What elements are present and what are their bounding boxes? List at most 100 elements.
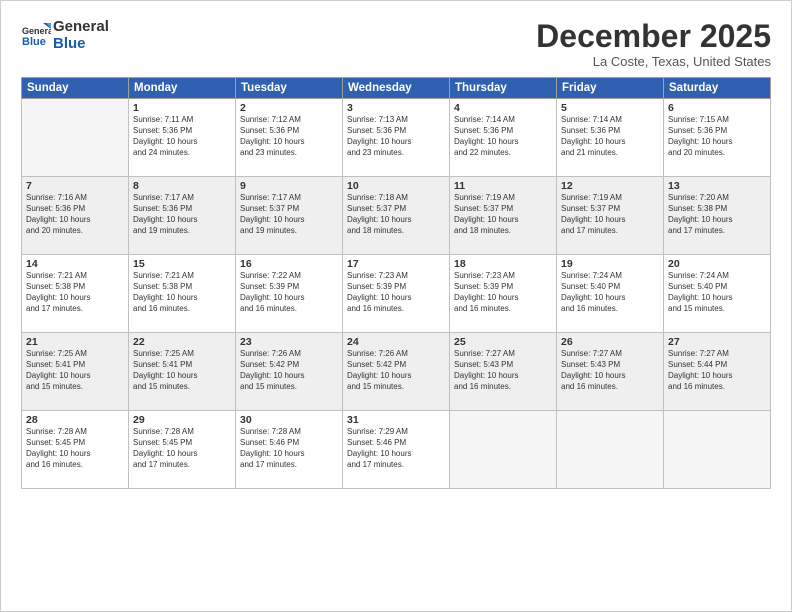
day-detail: Sunrise: 7:23 AM Sunset: 5:39 PM Dayligh… (454, 271, 552, 314)
day-detail: Sunrise: 7:17 AM Sunset: 5:36 PM Dayligh… (133, 193, 231, 236)
logo: General Blue General Blue (21, 19, 109, 52)
day-detail: Sunrise: 7:11 AM Sunset: 5:36 PM Dayligh… (133, 115, 231, 158)
day-detail: Sunrise: 7:19 AM Sunset: 5:37 PM Dayligh… (454, 193, 552, 236)
week-row-5: 28 Sunrise: 7:28 AM Sunset: 5:45 PM Dayli… (22, 411, 771, 489)
svg-text:General: General (22, 26, 51, 36)
day-detail: Sunrise: 7:23 AM Sunset: 5:39 PM Dayligh… (347, 271, 445, 314)
day-detail: Sunrise: 7:17 AM Sunset: 5:37 PM Dayligh… (240, 193, 338, 236)
day-number: 7 (26, 180, 124, 192)
calendar-cell: 28Sunrise: 7:28 AM Sunset: 5:45 PM Dayli… (22, 411, 129, 489)
day-number: 12 (561, 180, 659, 192)
svg-text:Blue: Blue (22, 36, 46, 48)
day-detail: Sunrise: 7:16 AM Sunset: 5:36 PM Dayligh… (26, 193, 124, 236)
calendar-page: General Blue General Blue December 2025 … (0, 0, 792, 612)
calendar-title: December 2025 (536, 19, 771, 54)
day-number: 5 (561, 102, 659, 114)
day-detail: Sunrise: 7:24 AM Sunset: 5:40 PM Dayligh… (668, 271, 766, 314)
day-detail: Sunrise: 7:26 AM Sunset: 5:42 PM Dayligh… (240, 349, 338, 392)
day-number: 31 (347, 414, 445, 426)
day-detail: Sunrise: 7:15 AM Sunset: 5:36 PM Dayligh… (668, 115, 766, 158)
day-number: 30 (240, 414, 338, 426)
day-detail: Sunrise: 7:25 AM Sunset: 5:41 PM Dayligh… (26, 349, 124, 392)
day-detail: Sunrise: 7:21 AM Sunset: 5:38 PM Dayligh… (133, 271, 231, 314)
day-number: 8 (133, 180, 231, 192)
day-number: 14 (26, 258, 124, 270)
day-number: 26 (561, 336, 659, 348)
calendar-cell: 15Sunrise: 7:21 AM Sunset: 5:38 PM Dayli… (129, 255, 236, 333)
day-detail: Sunrise: 7:26 AM Sunset: 5:42 PM Dayligh… (347, 349, 445, 392)
header-day-saturday: Saturday (664, 78, 771, 99)
calendar-subtitle: La Coste, Texas, United States (536, 54, 771, 69)
day-number: 24 (347, 336, 445, 348)
day-number: 21 (26, 336, 124, 348)
day-number: 29 (133, 414, 231, 426)
day-detail: Sunrise: 7:14 AM Sunset: 5:36 PM Dayligh… (561, 115, 659, 158)
day-number: 9 (240, 180, 338, 192)
calendar-cell: 31Sunrise: 7:29 AM Sunset: 5:46 PM Dayli… (343, 411, 450, 489)
calendar-cell: 27Sunrise: 7:27 AM Sunset: 5:44 PM Dayli… (664, 333, 771, 411)
logo-text: General Blue (53, 19, 109, 52)
day-number: 10 (347, 180, 445, 192)
day-number: 27 (668, 336, 766, 348)
day-number: 28 (26, 414, 124, 426)
header-day-monday: Monday (129, 78, 236, 99)
day-number: 11 (454, 180, 552, 192)
calendar-cell: 17Sunrise: 7:23 AM Sunset: 5:39 PM Dayli… (343, 255, 450, 333)
day-number: 6 (668, 102, 766, 114)
calendar-cell (450, 411, 557, 489)
logo-icon: General Blue (21, 21, 51, 51)
calendar-cell: 14Sunrise: 7:21 AM Sunset: 5:38 PM Dayli… (22, 255, 129, 333)
title-block: December 2025 La Coste, Texas, United St… (536, 19, 771, 69)
calendar-cell (22, 99, 129, 177)
calendar-cell: 24Sunrise: 7:26 AM Sunset: 5:42 PM Dayli… (343, 333, 450, 411)
calendar-cell: 21Sunrise: 7:25 AM Sunset: 5:41 PM Dayli… (22, 333, 129, 411)
week-row-2: 7Sunrise: 7:16 AM Sunset: 5:36 PM Daylig… (22, 177, 771, 255)
calendar-cell: 22Sunrise: 7:25 AM Sunset: 5:41 PM Dayli… (129, 333, 236, 411)
calendar-cell: 18Sunrise: 7:23 AM Sunset: 5:39 PM Dayli… (450, 255, 557, 333)
day-number: 15 (133, 258, 231, 270)
day-number: 18 (454, 258, 552, 270)
calendar-cell: 2Sunrise: 7:12 AM Sunset: 5:36 PM Daylig… (236, 99, 343, 177)
calendar-cell (664, 411, 771, 489)
day-detail: Sunrise: 7:25 AM Sunset: 5:41 PM Dayligh… (133, 349, 231, 392)
day-number: 2 (240, 102, 338, 114)
logo-general: General (53, 18, 109, 35)
header-row: SundayMondayTuesdayWednesdayThursdayFrid… (22, 78, 771, 99)
week-row-3: 14Sunrise: 7:21 AM Sunset: 5:38 PM Dayli… (22, 255, 771, 333)
day-detail: Sunrise: 7:19 AM Sunset: 5:37 PM Dayligh… (561, 193, 659, 236)
week-row-1: 1Sunrise: 7:11 AM Sunset: 5:36 PM Daylig… (22, 99, 771, 177)
calendar-table: SundayMondayTuesdayWednesdayThursdayFrid… (21, 77, 771, 489)
calendar-cell: 9Sunrise: 7:17 AM Sunset: 5:37 PM Daylig… (236, 177, 343, 255)
day-number: 1 (133, 102, 231, 114)
calendar-cell: 6Sunrise: 7:15 AM Sunset: 5:36 PM Daylig… (664, 99, 771, 177)
calendar-cell: 7Sunrise: 7:16 AM Sunset: 5:36 PM Daylig… (22, 177, 129, 255)
calendar-cell: 13Sunrise: 7:20 AM Sunset: 5:38 PM Dayli… (664, 177, 771, 255)
calendar-cell: 20Sunrise: 7:24 AM Sunset: 5:40 PM Dayli… (664, 255, 771, 333)
calendar-cell: 25Sunrise: 7:27 AM Sunset: 5:43 PM Dayli… (450, 333, 557, 411)
calendar-cell: 3Sunrise: 7:13 AM Sunset: 5:36 PM Daylig… (343, 99, 450, 177)
day-number: 16 (240, 258, 338, 270)
calendar-cell (557, 411, 664, 489)
calendar-cell: 8Sunrise: 7:17 AM Sunset: 5:36 PM Daylig… (129, 177, 236, 255)
calendar-cell: 11Sunrise: 7:19 AM Sunset: 5:37 PM Dayli… (450, 177, 557, 255)
day-number: 23 (240, 336, 338, 348)
calendar-cell: 29Sunrise: 7:28 AM Sunset: 5:45 PM Dayli… (129, 411, 236, 489)
day-detail: Sunrise: 7:22 AM Sunset: 5:39 PM Dayligh… (240, 271, 338, 314)
calendar-cell: 26Sunrise: 7:27 AM Sunset: 5:43 PM Dayli… (557, 333, 664, 411)
day-number: 25 (454, 336, 552, 348)
day-number: 19 (561, 258, 659, 270)
day-detail: Sunrise: 7:21 AM Sunset: 5:38 PM Dayligh… (26, 271, 124, 314)
week-row-4: 21Sunrise: 7:25 AM Sunset: 5:41 PM Dayli… (22, 333, 771, 411)
day-detail: Sunrise: 7:12 AM Sunset: 5:36 PM Dayligh… (240, 115, 338, 158)
header-day-sunday: Sunday (22, 78, 129, 99)
day-number: 13 (668, 180, 766, 192)
calendar-cell: 16Sunrise: 7:22 AM Sunset: 5:39 PM Dayli… (236, 255, 343, 333)
calendar-cell: 23Sunrise: 7:26 AM Sunset: 5:42 PM Dayli… (236, 333, 343, 411)
day-number: 20 (668, 258, 766, 270)
header-day-thursday: Thursday (450, 78, 557, 99)
day-number: 22 (133, 336, 231, 348)
calendar-cell: 1Sunrise: 7:11 AM Sunset: 5:36 PM Daylig… (129, 99, 236, 177)
day-number: 4 (454, 102, 552, 114)
day-number: 3 (347, 102, 445, 114)
day-detail: Sunrise: 7:28 AM Sunset: 5:45 PM Dayligh… (133, 427, 231, 470)
